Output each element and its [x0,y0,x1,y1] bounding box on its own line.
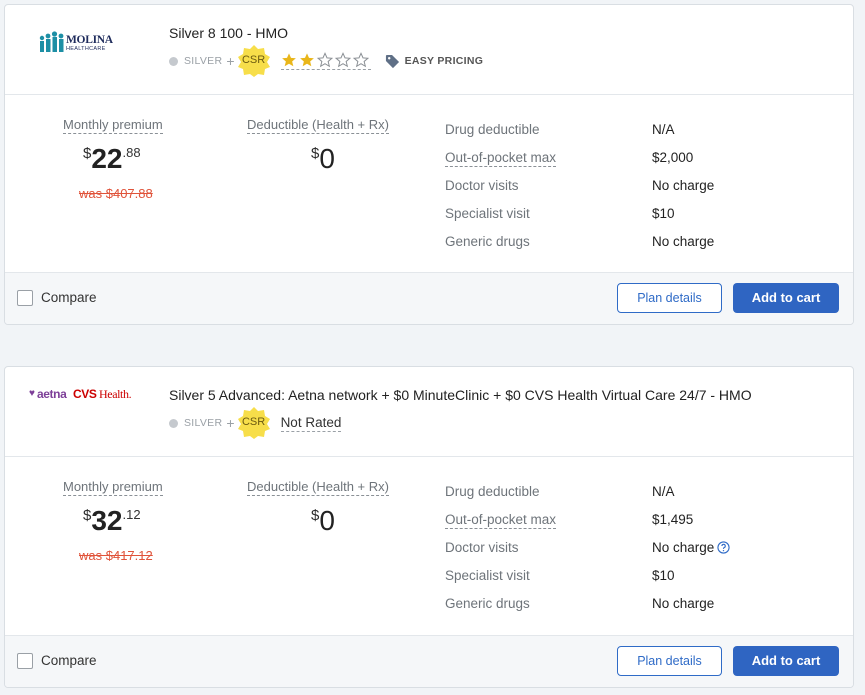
premium-cents: .88 [122,145,141,160]
silver-dot-icon [169,56,178,66]
plan-card: ♥ aetna CVS Health. Silver 5 Advanced: A… [4,366,854,688]
logo-text-sub: HEALTHCARE [66,46,106,52]
generic-drugs-value: No charge [652,596,715,611]
generic-drugs-value: No charge [652,234,715,249]
logo-text-aetna: aetna [37,387,67,401]
plan-card-header: MOLINA HEALTHCARE Silver 8 100 - HMO SIL… [5,5,853,95]
star-empty-icon [316,52,333,68]
premium-dollars: 32 [91,505,123,536]
drug-deductible-value: N/A [652,122,675,137]
monthly-premium-label[interactable]: Monthly premium [63,479,163,496]
plan-meta: SILVER + CSR EASY PRICING [169,44,484,78]
doctor-visits-label: Doctor visits [445,540,519,555]
premium-dollars: 22 [91,143,123,174]
compare-label[interactable]: Compare [41,290,97,305]
silver-dot-icon [169,418,178,428]
plan-name: Silver 8 100 - HMO [169,25,289,41]
plus-sign: + [226,415,235,431]
deductible-label[interactable]: Deductible (Health + Rx) [247,117,389,134]
specialist-visit-label: Specialist visit [445,568,530,583]
add-to-cart-button[interactable]: Add to cart [733,646,839,676]
logo-text-health: Health. [99,387,132,401]
premium-cents: .12 [122,507,141,522]
csr-badge-label: CSR [241,54,266,66]
price-tag-icon [385,54,399,68]
plan-card-footer: Compare Plan details Add to cart [5,272,853,324]
logo-text-main: MOLINA [66,34,113,46]
plus-sign: + [226,53,235,69]
deductible-value: $0 [311,143,335,175]
plan-card-body: Monthly premium $22.88 was $407.88 Deduc… [5,95,853,275]
plan-card-body: Monthly premium $32.12 was $417.12 Deduc… [5,457,853,637]
logo-text-cvs: CVS [73,387,97,401]
currency-symbol: $ [83,145,92,162]
plan-card: MOLINA HEALTHCARE Silver 8 100 - HMO SIL… [4,4,854,325]
aetna-cvs-logo: ♥ aetna CVS Health. [29,387,149,415]
metal-level-label: SILVER [184,417,223,429]
plan-card-footer: Compare Plan details Add to cart [5,635,853,687]
deductible-amount: 0 [319,505,335,536]
plan-details-button[interactable]: Plan details [617,283,722,313]
compare-checkbox[interactable] [17,653,33,669]
add-to-cart-button[interactable]: Add to cart [733,283,839,313]
feature-tag: EASY PRICING [404,55,484,67]
out-of-pocket-max-value: $1,495 [652,512,694,527]
rating-status[interactable]: Not Rated [280,415,342,432]
compare-label[interactable]: Compare [41,653,97,668]
monthly-premium-value: $32.12 [83,505,141,537]
heart-icon: ♥ [29,388,35,399]
was-price: was $407.88 [79,186,153,201]
generic-drugs-label: Generic drugs [445,596,530,611]
doctor-visits-value: No charge [652,540,715,555]
plan-details-button[interactable]: Plan details [617,646,722,676]
plan-card-header: ♥ aetna CVS Health. Silver 5 Advanced: A… [5,367,853,457]
drug-deductible-value: N/A [652,484,675,499]
doctor-visits-value-wrap: No charge [652,540,730,555]
star-empty-icon [334,52,351,68]
deductible-value: $0 [311,505,335,537]
out-of-pocket-max-label[interactable]: Out-of-pocket max [445,512,557,529]
compare-checkbox[interactable] [17,290,33,306]
star-empty-icon [352,52,369,68]
currency-symbol: $ [83,507,92,524]
csr-badge-icon[interactable]: CSR [237,406,271,440]
plan-name: Silver 5 Advanced: Aetna network + $0 Mi… [169,387,752,403]
specialist-visit-label: Specialist visit [445,206,530,221]
generic-drugs-label: Generic drugs [445,234,530,249]
currency-symbol: $ [311,145,320,162]
drug-deductible-label: Drug deductible [445,484,540,499]
drug-deductible-label: Drug deductible [445,122,540,137]
specialist-visit-value: $10 [652,206,675,221]
star-icon [281,53,296,67]
doctor-visits-label: Doctor visits [445,178,519,193]
deductible-label[interactable]: Deductible (Health + Rx) [247,479,389,496]
question-circle-icon[interactable] [717,541,730,554]
csr-badge-label: CSR [241,416,266,428]
star-rating[interactable] [280,52,371,70]
doctor-visits-value: No charge [652,178,715,193]
out-of-pocket-max-label[interactable]: Out-of-pocket max [445,150,557,167]
plan-meta: SILVER + CSR Not Rated [169,406,342,440]
molina-logo: MOLINA HEALTHCARE [37,29,157,57]
csr-badge-icon[interactable]: CSR [237,44,271,78]
monthly-premium-label[interactable]: Monthly premium [63,117,163,134]
deductible-amount: 0 [319,143,335,174]
was-price: was $417.12 [79,548,153,563]
monthly-premium-value: $22.88 [83,143,141,175]
specialist-visit-value: $10 [652,568,675,583]
star-icon [299,53,314,67]
metal-level-label: SILVER [184,55,223,67]
currency-symbol: $ [311,507,320,524]
out-of-pocket-max-value: $2,000 [652,150,694,165]
